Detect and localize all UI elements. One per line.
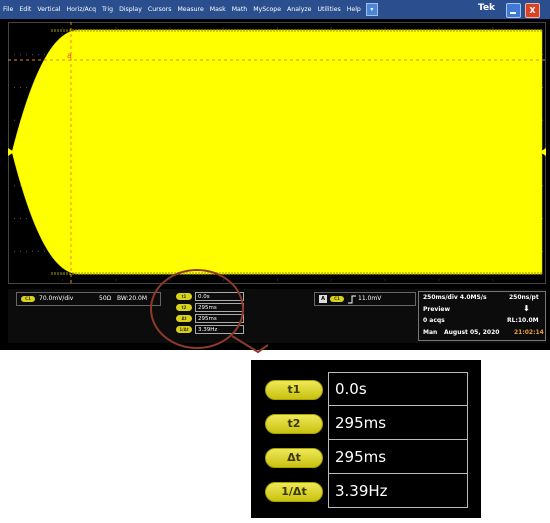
menu-mask[interactable]: Mask xyxy=(207,6,229,13)
waveform-trace xyxy=(11,29,543,275)
close-icon[interactable]: X xyxy=(525,3,540,18)
menu-help[interactable]: Help xyxy=(344,6,364,13)
menu-analyze[interactable]: Analyze xyxy=(284,6,314,13)
trigger-level: 11.0mV xyxy=(358,295,382,302)
channel-readout[interactable]: C1 70.0mV/div 50Ω BW:20.0M xyxy=(16,292,161,306)
menu-trig[interactable]: Trig xyxy=(99,6,116,13)
menu-bar: File Edit Vertical Horiz/Acq Trig Displa… xyxy=(0,0,550,19)
resolution: 250ns/pt xyxy=(509,294,539,301)
zoom-row: t1 0.0s xyxy=(251,372,481,407)
cursor-marker-icon: a xyxy=(67,51,72,60)
zoom-label: t2 xyxy=(265,414,323,434)
acq-count: 0 acqs xyxy=(423,317,445,324)
acq-mode: Preview xyxy=(423,306,451,313)
acq-state: Man xyxy=(423,329,438,336)
zoom-value: 295ms xyxy=(328,440,468,474)
menu-utilities[interactable]: Utilities xyxy=(314,6,343,13)
status-bar: C1 70.0mV/div 50Ω BW:20.0M t1 0.0s t2 29… xyxy=(8,289,546,343)
zoom-label: 1/Δt xyxy=(265,482,323,502)
trigger-source-badge: C1 xyxy=(330,296,344,302)
acq-time: 21:02:14 xyxy=(514,329,544,336)
menu-vertical[interactable]: Vertical xyxy=(34,6,63,13)
cursor-marker-icon: ⬇ xyxy=(523,304,530,313)
trigger-mode-badge: A xyxy=(319,295,327,303)
brand-logo: Tek xyxy=(478,3,496,13)
callout-circle xyxy=(150,269,244,349)
zoom-label: t1 xyxy=(265,380,323,400)
timebase: 250ms/div 4.0MS/s xyxy=(423,294,487,301)
channel-badge: C1 xyxy=(21,296,35,302)
menu-myscope[interactable]: MyScope xyxy=(250,6,284,13)
minimize-icon[interactable] xyxy=(506,3,521,18)
zoom-value: 295ms xyxy=(328,406,468,440)
trigger-readout[interactable]: A C1 11.0mV xyxy=(314,292,416,306)
channel-bandwidth: BW:20.0M xyxy=(117,295,148,302)
waveform-svg: a xyxy=(8,22,546,284)
menu-edit[interactable]: Edit xyxy=(16,6,34,13)
zoom-row: 1/Δt 3.39Hz xyxy=(251,474,481,509)
waveform-display[interactable]: a xyxy=(8,22,546,284)
dropdown-arrow-icon[interactable]: ▾ xyxy=(365,3,378,16)
menu-horiz-acq[interactable]: Horiz/Acq xyxy=(64,6,100,13)
channel-impedance: 50Ω xyxy=(99,295,112,302)
channel-scale: 70.0mV/div xyxy=(39,295,74,302)
acq-date: August 05, 2020 xyxy=(444,329,500,336)
acquisition-readout[interactable]: 250ms/div 4.0MS/s 250ns/pt Preview ⬇ 0 a… xyxy=(418,291,546,341)
record-length: RL:10.0M xyxy=(507,317,539,324)
trigger-rising-edge-icon xyxy=(348,295,356,304)
menu-measure[interactable]: Measure xyxy=(174,6,206,13)
menu-file[interactable]: File xyxy=(0,6,16,13)
zoom-label: Δt xyxy=(265,448,323,468)
zoom-value: 3.39Hz xyxy=(328,474,468,508)
oscilloscope-window: File Edit Vertical Horiz/Acq Trig Displa… xyxy=(0,0,550,350)
menu-math[interactable]: Math xyxy=(229,6,250,13)
menu-display[interactable]: Display xyxy=(116,6,145,13)
menu-cursors[interactable]: Cursors xyxy=(145,6,175,13)
cursor-readout-zoom: t1 0.0s t2 295ms Δt 295ms 1/Δt 3.39Hz xyxy=(251,360,481,518)
zoom-row: Δt 295ms xyxy=(251,440,481,475)
zoom-value: 0.0s xyxy=(328,372,468,406)
zoom-row: t2 295ms xyxy=(251,406,481,441)
